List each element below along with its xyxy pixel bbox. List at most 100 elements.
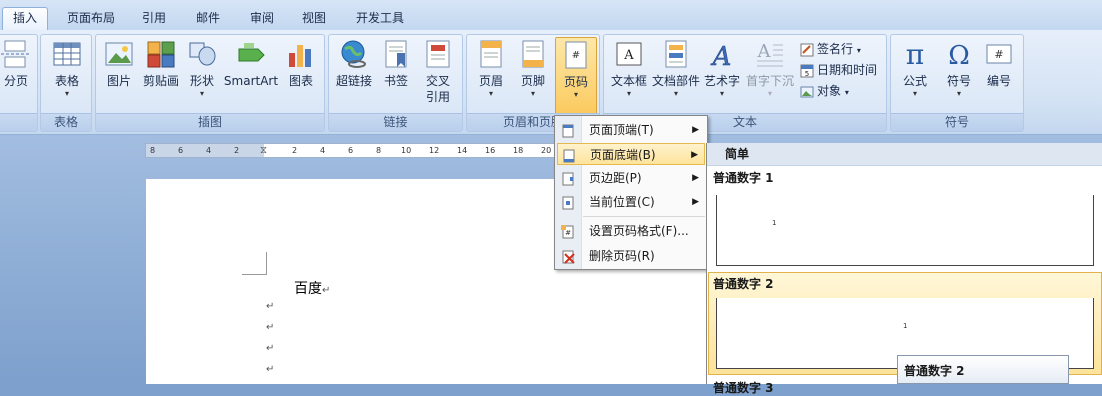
tab-mailings[interactable]: 邮件 bbox=[190, 8, 226, 30]
group-table: 表格 ▾ 表格 bbox=[40, 34, 92, 132]
bookmark-button[interactable]: 书签 bbox=[379, 39, 413, 89]
wordart-button[interactable]: A 艺术字 ▾ bbox=[702, 39, 742, 99]
bookmark-icon bbox=[381, 39, 411, 69]
remove-page-numbers-icon bbox=[561, 249, 575, 264]
hyperlink-button[interactable]: 超链接 bbox=[333, 39, 375, 89]
footer-icon bbox=[518, 39, 548, 69]
gallery-item-plain-number-1[interactable]: 1 bbox=[716, 195, 1094, 266]
gallery-header: 简单 bbox=[707, 143, 1102, 166]
tab-view[interactable]: 视图 bbox=[296, 8, 332, 30]
chart-button[interactable]: 图表 bbox=[284, 39, 318, 89]
globe-link-icon bbox=[339, 39, 369, 69]
paragraph-mark-icon: ↵ bbox=[266, 343, 275, 354]
symbol-button[interactable]: Ω 符号 ▾ bbox=[939, 39, 979, 99]
svg-text:5: 5 bbox=[805, 70, 809, 78]
signature-icon bbox=[800, 43, 814, 57]
page-margin-icon bbox=[561, 171, 575, 186]
header-icon bbox=[476, 39, 506, 69]
date-time-button[interactable]: 5 日期和时间 bbox=[800, 60, 877, 80]
svg-text:A: A bbox=[757, 41, 772, 62]
gallery-section-title: 普通数字 2 bbox=[713, 277, 774, 291]
shapes-button[interactable]: 形状 ▾ bbox=[186, 39, 218, 99]
gallery-tooltip: 普通数字 2 bbox=[897, 355, 1069, 384]
quickparts-button[interactable]: 文档部件 ▾ bbox=[652, 39, 700, 99]
group-links: 超链接 书签 交叉 引用 链接 bbox=[328, 34, 463, 132]
chevron-down-icon: ▾ bbox=[719, 89, 724, 98]
menu-item-current-position[interactable]: 当前位置(C) ▶ bbox=[557, 191, 705, 213]
paragraph-mark-icon: ↵ bbox=[266, 364, 275, 375]
svg-text:A: A bbox=[711, 42, 732, 69]
chevron-down-icon: ▾ bbox=[673, 89, 678, 98]
page-number-icon: # bbox=[561, 40, 591, 70]
object-button[interactable]: 对象 ▾ bbox=[800, 81, 849, 101]
indent-marker-icon[interactable]: ⧖ bbox=[260, 144, 267, 157]
page-break-icon bbox=[1, 39, 31, 69]
chevron-down-icon: ▾ bbox=[767, 89, 772, 98]
chart-icon bbox=[286, 39, 316, 69]
picture-button[interactable]: 图片 bbox=[102, 39, 136, 89]
omega-icon: Ω bbox=[944, 39, 974, 71]
header-button[interactable]: 页眉 ▾ bbox=[473, 39, 509, 99]
submenu-arrow-icon: ▶ bbox=[692, 197, 699, 207]
document-text[interactable]: 百度↵ bbox=[294, 278, 330, 298]
smartart-button[interactable]: SmartArt bbox=[222, 39, 280, 89]
chevron-down-icon: ▾ bbox=[956, 89, 961, 98]
menu-item-page-top[interactable]: 页面顶端(T) ▶ bbox=[557, 119, 705, 141]
tab-page-layout[interactable]: 页面布局 bbox=[60, 8, 122, 30]
svg-text:#: # bbox=[565, 229, 571, 237]
submenu-arrow-icon: ▶ bbox=[692, 173, 699, 183]
gallery-section-title: 普通数字 1 bbox=[713, 171, 774, 185]
ribbon-tab-bar: 插入 页面布局 引用 邮件 审阅 视图 开发工具 bbox=[0, 0, 1102, 31]
menu-item-page-bottom[interactable]: 页面底端(B) ▶ bbox=[557, 143, 705, 165]
svg-text:A: A bbox=[623, 48, 634, 63]
numbering-icon: # bbox=[984, 39, 1014, 69]
page-bottom-gallery: 简单 普通数字 1 1 普通数字 2 1 普通数字 3 bbox=[706, 143, 1102, 395]
group-symbols: π 公式 ▾ Ω 符号 ▾ # 编号 符号 bbox=[890, 34, 1024, 132]
page-bottom-icon bbox=[562, 148, 576, 163]
textbox-button[interactable]: A 文本框 ▾ bbox=[608, 39, 650, 99]
chevron-down-icon: ▾ bbox=[64, 89, 69, 98]
menu-item-format-page-numbers[interactable]: # 设置页码格式(F)... bbox=[557, 220, 705, 242]
numbering-button[interactable]: # 编号 bbox=[981, 39, 1017, 89]
svg-text:#: # bbox=[994, 48, 1003, 61]
table-icon bbox=[52, 39, 82, 69]
menu-separator bbox=[583, 216, 705, 217]
paragraph-mark-icon: ↵ bbox=[266, 301, 275, 312]
tab-review[interactable]: 审阅 bbox=[244, 8, 280, 30]
chevron-down-icon: ▾ bbox=[856, 46, 861, 55]
chevron-down-icon: ▾ bbox=[488, 89, 493, 98]
smartart-icon bbox=[236, 39, 266, 69]
object-icon bbox=[800, 85, 814, 99]
paragraph-mark-icon: ↵ bbox=[266, 322, 275, 333]
group-pages: 分页 bbox=[0, 34, 38, 132]
clipart-button[interactable]: 剪贴画 bbox=[140, 39, 182, 89]
svg-text:#: # bbox=[572, 50, 580, 61]
ribbon: 分页 表格 ▾ 表格 图片 剪贴画 形状 ▾ SmartArt 图表 插图 超链… bbox=[0, 30, 1102, 135]
dropcap-button[interactable]: A 首字下沉 ▾ bbox=[744, 39, 796, 99]
menu-item-page-margin[interactable]: 页边距(P) ▶ bbox=[557, 167, 705, 189]
tab-insert[interactable]: 插入 bbox=[2, 7, 48, 31]
chevron-down-icon: ▾ bbox=[626, 89, 631, 98]
cross-reference-button[interactable]: 交叉 引用 bbox=[419, 39, 457, 105]
shapes-icon bbox=[187, 39, 217, 69]
page-break-button[interactable]: 分页 bbox=[0, 39, 33, 89]
chevron-down-icon: ▾ bbox=[844, 88, 849, 97]
equation-button[interactable]: π 公式 ▾ bbox=[895, 38, 935, 99]
chevron-down-icon: ▾ bbox=[912, 89, 917, 98]
wordart-icon: A bbox=[707, 39, 737, 73]
page-number-menu: 页面顶端(T) ▶ 页面底端(B) ▶ 页边距(P) ▶ 当前位置(C) ▶ #… bbox=[554, 115, 708, 270]
calendar-icon: 5 bbox=[800, 64, 814, 78]
cross-reference-icon bbox=[423, 39, 453, 69]
chevron-down-icon: ▾ bbox=[573, 90, 578, 99]
footer-button[interactable]: 页脚 ▾ bbox=[515, 39, 551, 99]
svg-text:Ω: Ω bbox=[948, 41, 970, 69]
tab-developer[interactable]: 开发工具 bbox=[350, 8, 410, 30]
picture-icon bbox=[104, 39, 134, 69]
dropcap-icon: A bbox=[755, 39, 785, 69]
table-button[interactable]: 表格 ▾ bbox=[49, 39, 85, 99]
page-number-button[interactable]: # 页码 ▾ bbox=[555, 37, 597, 117]
signature-line-button[interactable]: 签名行 ▾ bbox=[800, 39, 861, 59]
tab-references[interactable]: 引用 bbox=[136, 8, 172, 30]
submenu-arrow-icon: ▶ bbox=[691, 150, 698, 160]
menu-item-remove-page-numbers[interactable]: 删除页码(R) bbox=[557, 245, 705, 267]
